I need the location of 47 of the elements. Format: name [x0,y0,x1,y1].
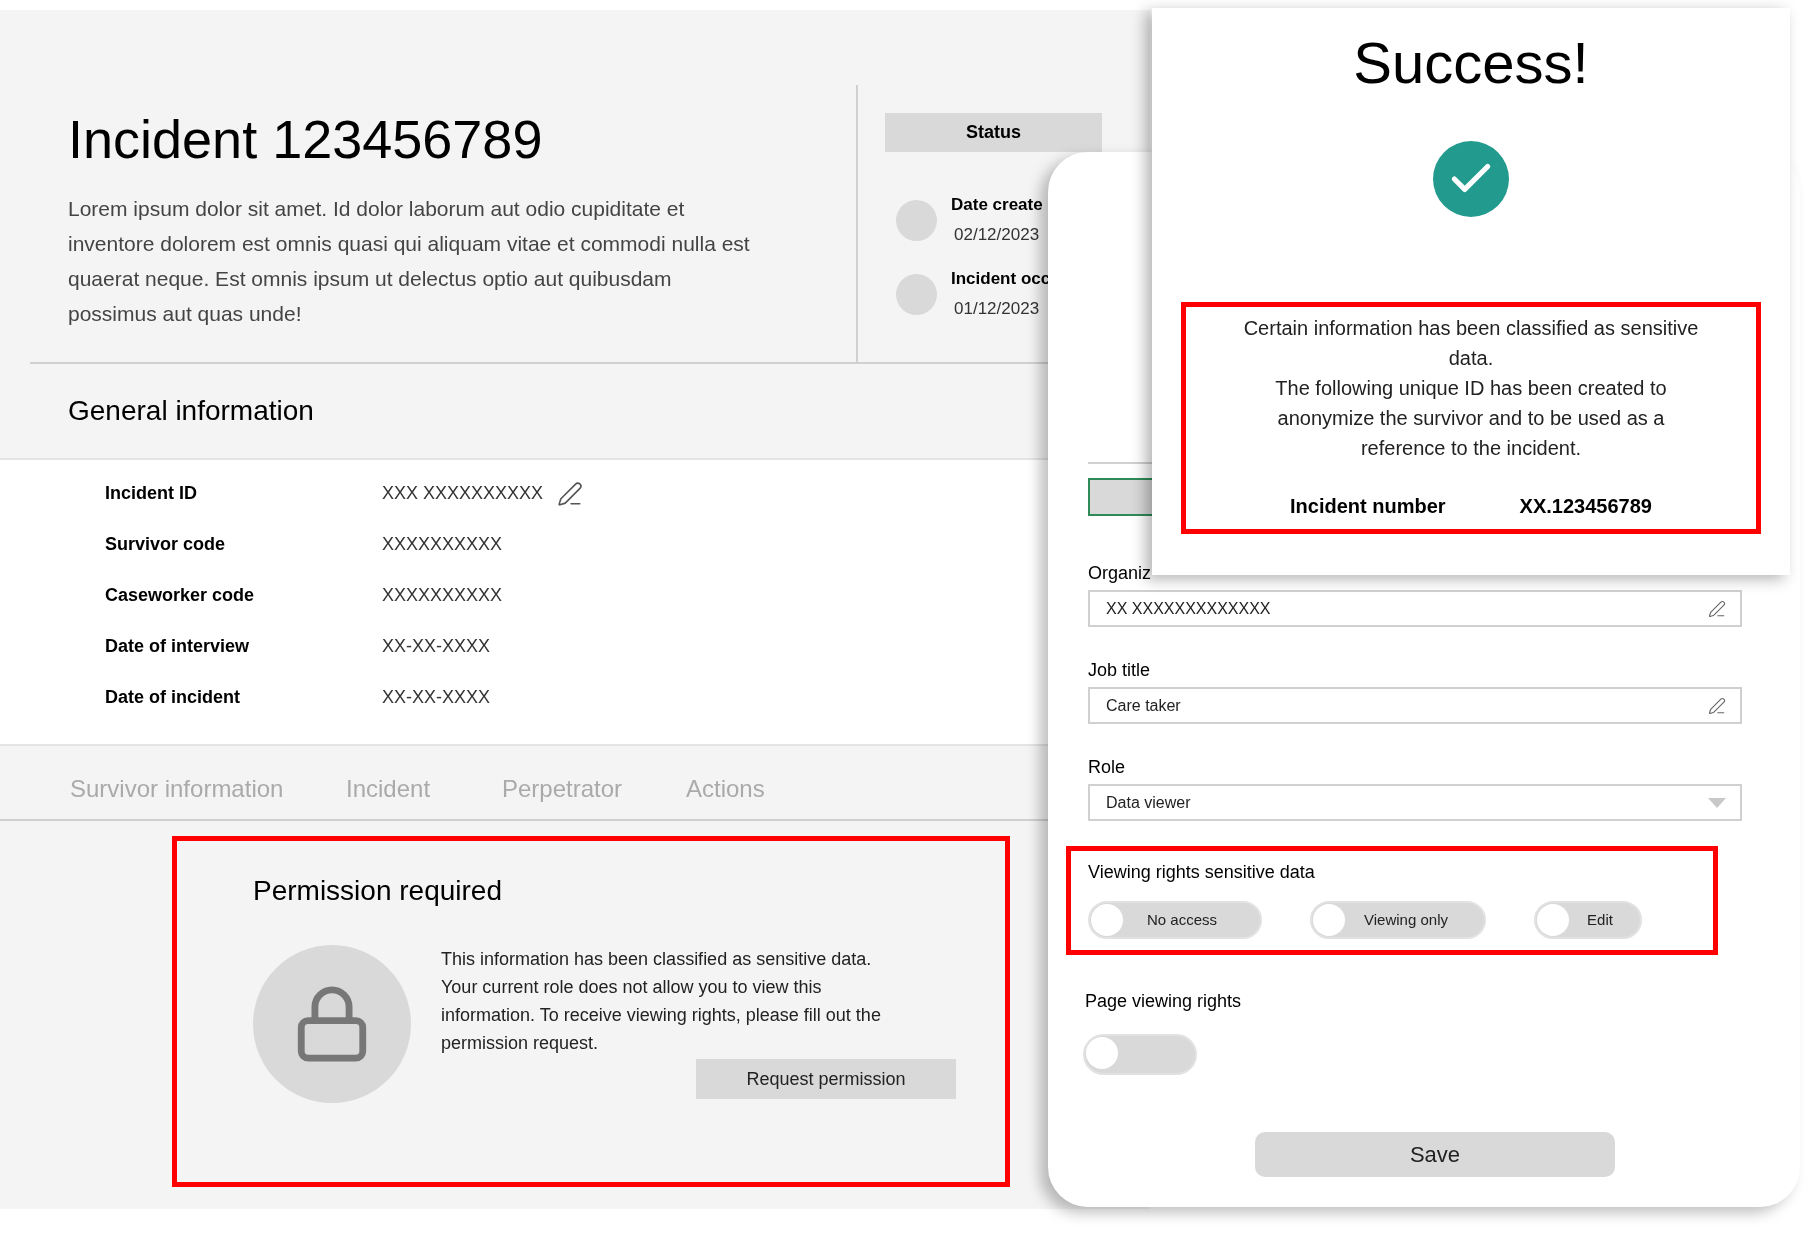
edit-icon[interactable] [1708,599,1726,618]
field-label: Survivor code [104,533,227,556]
field-value: XXXXXXXXXX [382,584,503,607]
toggle-knob [1537,904,1569,936]
toggle-switch[interactable]: No access [1088,901,1262,939]
field-label: Date of interview [104,635,251,658]
dialog-title: Success! [1353,30,1589,96]
toggle-switch[interactable] [1083,1034,1197,1075]
field-value: XX-XX-XXXX [382,635,491,658]
request-permission-button[interactable]: Request permission [696,1059,956,1099]
field-label: Organiz [1088,562,1153,585]
section-heading: General information [68,394,314,428]
field-value: XXX XXXXXXXXXX [382,482,544,505]
field-label: Incident ID [104,482,198,505]
toggle-switch[interactable]: Viewing only [1310,901,1486,939]
toggle-switch[interactable]: Edit [1534,901,1642,939]
dialog-message: The following unique ID has been created to anonymize the survivor and to be used as a reference to the incident. [1274,376,1668,461]
status-header: Status [885,113,1102,152]
text-field[interactable]: Care taker [1088,687,1742,724]
incident-title: Incident 123456789 [68,108,544,171]
toggle-knob [1086,1037,1118,1069]
field-label: Date of incident [104,686,241,709]
field-value: XX-XX-XXXX [382,686,491,709]
reference-value: XX.123456789 [1519,494,1652,519]
toggle-knob [1313,904,1345,936]
rights-label: Viewing rights sensitive data [1088,861,1316,884]
edit-icon[interactable] [1708,696,1726,715]
text-field[interactable]: XX XXXXXXXXXXXXX [1088,590,1742,627]
dialog-message: Certain information has been classified as sensitive data. [1242,316,1700,371]
field-label: Caseworker code [104,584,256,607]
edit-icon[interactable] [557,480,584,507]
status-date: 02/12/2023 [953,224,1041,246]
reference-label: Incident number [1290,494,1446,519]
toggle-knob [1091,904,1123,936]
status-date: 01/12/2023 [953,298,1041,320]
field-label: Role [1088,756,1127,779]
incident-description: Lorem ipsum dolor sit amet. Id dolor laborum aut odio cupiditate et inventore dolorem est omnis quasi qui aliquam vitae et commodi nulla est quaerat neque. Est omnis ipsum ut delectus optio aut quibusdam possimus aut quas unde! [68,196,751,327]
caret-icon [1708,797,1726,808]
status-label: Incident occ [951,268,1051,290]
page-rights-label: Page viewing rights [1085,990,1243,1013]
permission-heading: Permission required [253,874,503,908]
save-button[interactable]: Save [1255,1132,1615,1177]
field-label: Job title [1088,659,1152,682]
permission-message: This information has been classified as sensitive data. Your current role does not allow you to view this information. To receive viewing rights, please fill out the permission request. [441,948,882,1055]
field-value: XXXXXXXXXX [382,533,503,556]
status-label: Date create [951,194,1043,216]
role-select[interactable]: Data viewer [1088,784,1742,821]
